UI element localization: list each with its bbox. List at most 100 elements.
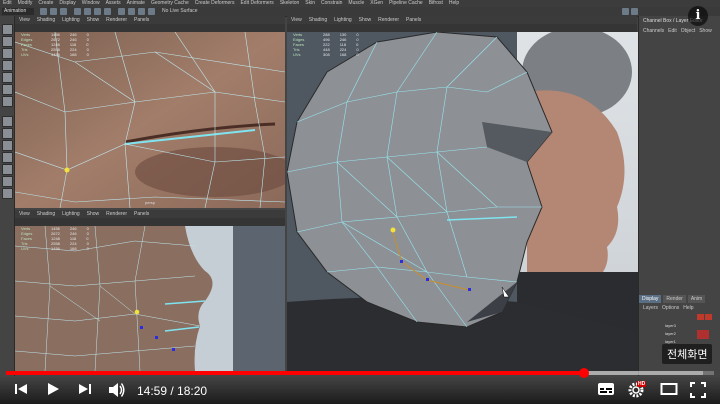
menu-renderer[interactable]: Renderer (106, 210, 127, 218)
menubar-item[interactable]: Assets (106, 0, 121, 7)
tab-display[interactable]: Display (639, 295, 662, 303)
tab-anim[interactable]: Anim (687, 295, 706, 303)
paint-select-icon[interactable] (2, 48, 13, 59)
select-tool-icon[interactable] (40, 8, 47, 15)
menubar-item[interactable]: Help (449, 0, 459, 7)
channel-box-menu: Channels Edit Object Show (639, 26, 720, 36)
bottom-left-viewport[interactable]: Verts 1456 246 0 Edges 2672 246 0 Faces 1248 118… (15, 226, 285, 371)
menu-shading[interactable]: Shading (37, 210, 55, 218)
play-icon[interactable] (46, 382, 60, 396)
next-icon[interactable] (78, 382, 92, 396)
menu-view[interactable]: View (19, 16, 30, 24)
theater-mode-icon[interactable] (660, 382, 678, 396)
menubar-item[interactable]: Bifrost (429, 0, 443, 7)
menubar-item[interactable]: Pipeline Cache (389, 0, 423, 7)
bottom-left-panel-menu: View Shading Lighting Show Renderer Pane… (15, 210, 285, 218)
menubar-item[interactable]: XGen (370, 0, 383, 7)
menu-channels[interactable]: Channels (643, 28, 664, 34)
bottom-left-panel-toolbar (15, 218, 285, 226)
layout-two-icon[interactable] (2, 140, 13, 151)
layer-tabs: Display Render Anim (639, 295, 720, 303)
menu-show[interactable]: Show (699, 28, 712, 34)
menubar-item[interactable]: Create (38, 0, 53, 7)
top-left-viewport[interactable]: persp Verts 1456 246 0 Edges 2672 246 0 Faces 1… (15, 32, 285, 208)
layout-graph-icon[interactable] (2, 164, 13, 175)
menubar-item[interactable]: Skeleton (280, 0, 299, 7)
right-panel-menu: View Shading Lighting Show Renderer Pane… (287, 16, 637, 24)
menubar-item[interactable]: Edit Deformers (240, 0, 273, 7)
history-icon[interactable] (118, 8, 125, 15)
snap-view-icon[interactable] (104, 8, 111, 15)
menubar-item[interactable]: Modify (18, 0, 33, 7)
layout-four-icon[interactable] (2, 128, 13, 139)
menubar-item[interactable]: Skin (305, 0, 315, 7)
menu-help[interactable]: Help (683, 305, 693, 311)
workspace-icon[interactable] (622, 8, 629, 15)
snap-curve-icon[interactable] (84, 8, 91, 15)
mode-select[interactable]: Animation (2, 8, 34, 15)
menu-options[interactable]: Options (662, 305, 679, 311)
menu-lighting[interactable]: Lighting (334, 16, 352, 24)
snap-grid-icon[interactable] (74, 8, 81, 15)
menu-view[interactable]: View (19, 210, 30, 218)
rotate-icon[interactable] (2, 72, 13, 83)
lasso-icon[interactable] (2, 36, 13, 47)
lasso-tool-icon[interactable] (50, 8, 57, 15)
layout-uv-icon[interactable] (2, 188, 13, 199)
menu-renderer[interactable]: Renderer (378, 16, 399, 24)
new-layer-icon[interactable] (697, 314, 704, 320)
fullscreen-icon[interactable] (690, 382, 706, 398)
menu-edit[interactable]: Edit (668, 28, 677, 34)
time-total: 18:20 (177, 384, 208, 398)
menu-view[interactable]: View (291, 16, 302, 24)
render-settings-icon[interactable] (148, 8, 155, 15)
render-icon[interactable] (128, 8, 135, 15)
menu-shading[interactable]: Shading (309, 16, 327, 24)
menubar-item[interactable]: Edit (3, 0, 12, 7)
live-surface-label[interactable]: No Live Surface (162, 8, 198, 15)
layout-outliner-icon[interactable] (2, 152, 13, 163)
menu-object[interactable]: Object (681, 28, 695, 34)
main-viewport[interactable]: Verts 288 130 0 Edges 496 246 0 Faces 222 118 0 T… (287, 32, 638, 371)
menu-panels[interactable]: Panels (134, 210, 149, 218)
panel-toggle-icon[interactable] (631, 8, 638, 15)
select-icon[interactable] (2, 24, 13, 35)
menu-panels[interactable]: Panels (134, 16, 149, 24)
menubar-item[interactable]: Constrain (321, 0, 342, 7)
layout-hypershade-icon[interactable] (2, 176, 13, 187)
snap-point-icon[interactable] (94, 8, 101, 15)
menu-shading[interactable]: Shading (37, 16, 55, 24)
previous-icon[interactable] (14, 382, 28, 396)
last-tool-icon[interactable] (2, 96, 13, 107)
new-layer-selected-icon[interactable] (705, 314, 712, 320)
poly-count-hud: Verts 1456 246 0 Edges 2672 246 0 Faces 1248 118… (21, 226, 89, 251)
menubar-item[interactable]: Animate (127, 0, 145, 7)
volume-icon[interactable] (108, 382, 126, 398)
menu-show[interactable]: Show (359, 16, 372, 24)
layout-single-icon[interactable] (2, 116, 13, 127)
menu-lighting[interactable]: Lighting (62, 16, 80, 24)
time-separator: / (167, 384, 178, 398)
menu-lighting[interactable]: Lighting (62, 210, 80, 218)
paint-tool-icon[interactable] (60, 8, 67, 15)
player-controls: 14:59 / 18:20 HD (0, 376, 720, 404)
menu-layers[interactable]: Layers (643, 305, 658, 311)
move-icon[interactable] (2, 60, 13, 71)
menu-show[interactable]: Show (87, 210, 100, 218)
subtitles-icon[interactable] (597, 382, 615, 396)
menubar-item[interactable]: Display (59, 0, 75, 7)
menu-show[interactable]: Show (87, 16, 100, 24)
menubar-item[interactable]: Geometry Cache (151, 0, 189, 7)
menu-renderer[interactable]: Renderer (106, 16, 127, 24)
menubar-item[interactable]: Window (82, 0, 100, 7)
tab-render[interactable]: Render (663, 295, 686, 303)
top-left-panel-menu: View Shading Lighting Show Renderer Pane… (15, 16, 285, 24)
scale-icon[interactable] (2, 84, 13, 95)
menu-panels[interactable]: Panels (406, 16, 421, 24)
layer-row[interactable]: layer3 (643, 322, 713, 329)
menubar-item[interactable]: Create Deformers (195, 0, 235, 7)
info-button[interactable]: i (688, 6, 708, 26)
menubar-item[interactable]: Muscle (348, 0, 364, 7)
ipr-render-icon[interactable] (138, 8, 145, 15)
progress-bar[interactable] (6, 368, 714, 378)
